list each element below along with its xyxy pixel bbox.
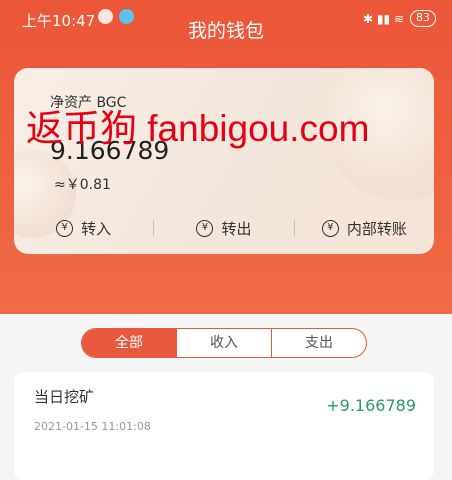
record-time: 2021-01-15 11:01:08 [34,420,151,433]
list-item[interactable]: 当日挖矿 2021-01-15 11:01:08 +9.166789 [14,372,434,480]
deposit-button[interactable]: ¥ 转入 [14,218,153,239]
internal-transfer-button[interactable]: ¥ 内部转账 [295,218,434,239]
page-title: 我的钱包 [187,20,264,42]
wallet-card: 净资产 BGC 9.166789 ≈￥0.81 ¥ 转入 ¥ 转出 ¥ 内部转账 [14,68,434,254]
tab-expense[interactable]: 支出 [271,329,366,357]
card-actions: ¥ 转入 ¥ 转出 ¥ 内部转账 [14,214,434,242]
record-amount: +9.166789 [326,396,416,415]
watermark: 返币狗 fanbigou.com [26,108,370,149]
withdraw-label: 转出 [221,219,252,238]
yen-icon: ¥ [56,219,74,237]
tab-income[interactable]: 收入 [176,329,271,357]
fiat-value: ≈￥0.81 [54,177,111,193]
yen-icon: ¥ [321,219,339,237]
withdraw-button[interactable]: ¥ 转出 [154,218,293,239]
filter-tabs: 全部 收入 支出 [81,328,367,358]
yen-icon: ¥ [196,219,214,237]
tab-all[interactable]: 全部 [82,329,176,357]
record-title: 当日挖矿 [34,388,95,406]
internal-transfer-label: 内部转账 [346,219,407,238]
deposit-label: 转入 [81,219,112,238]
